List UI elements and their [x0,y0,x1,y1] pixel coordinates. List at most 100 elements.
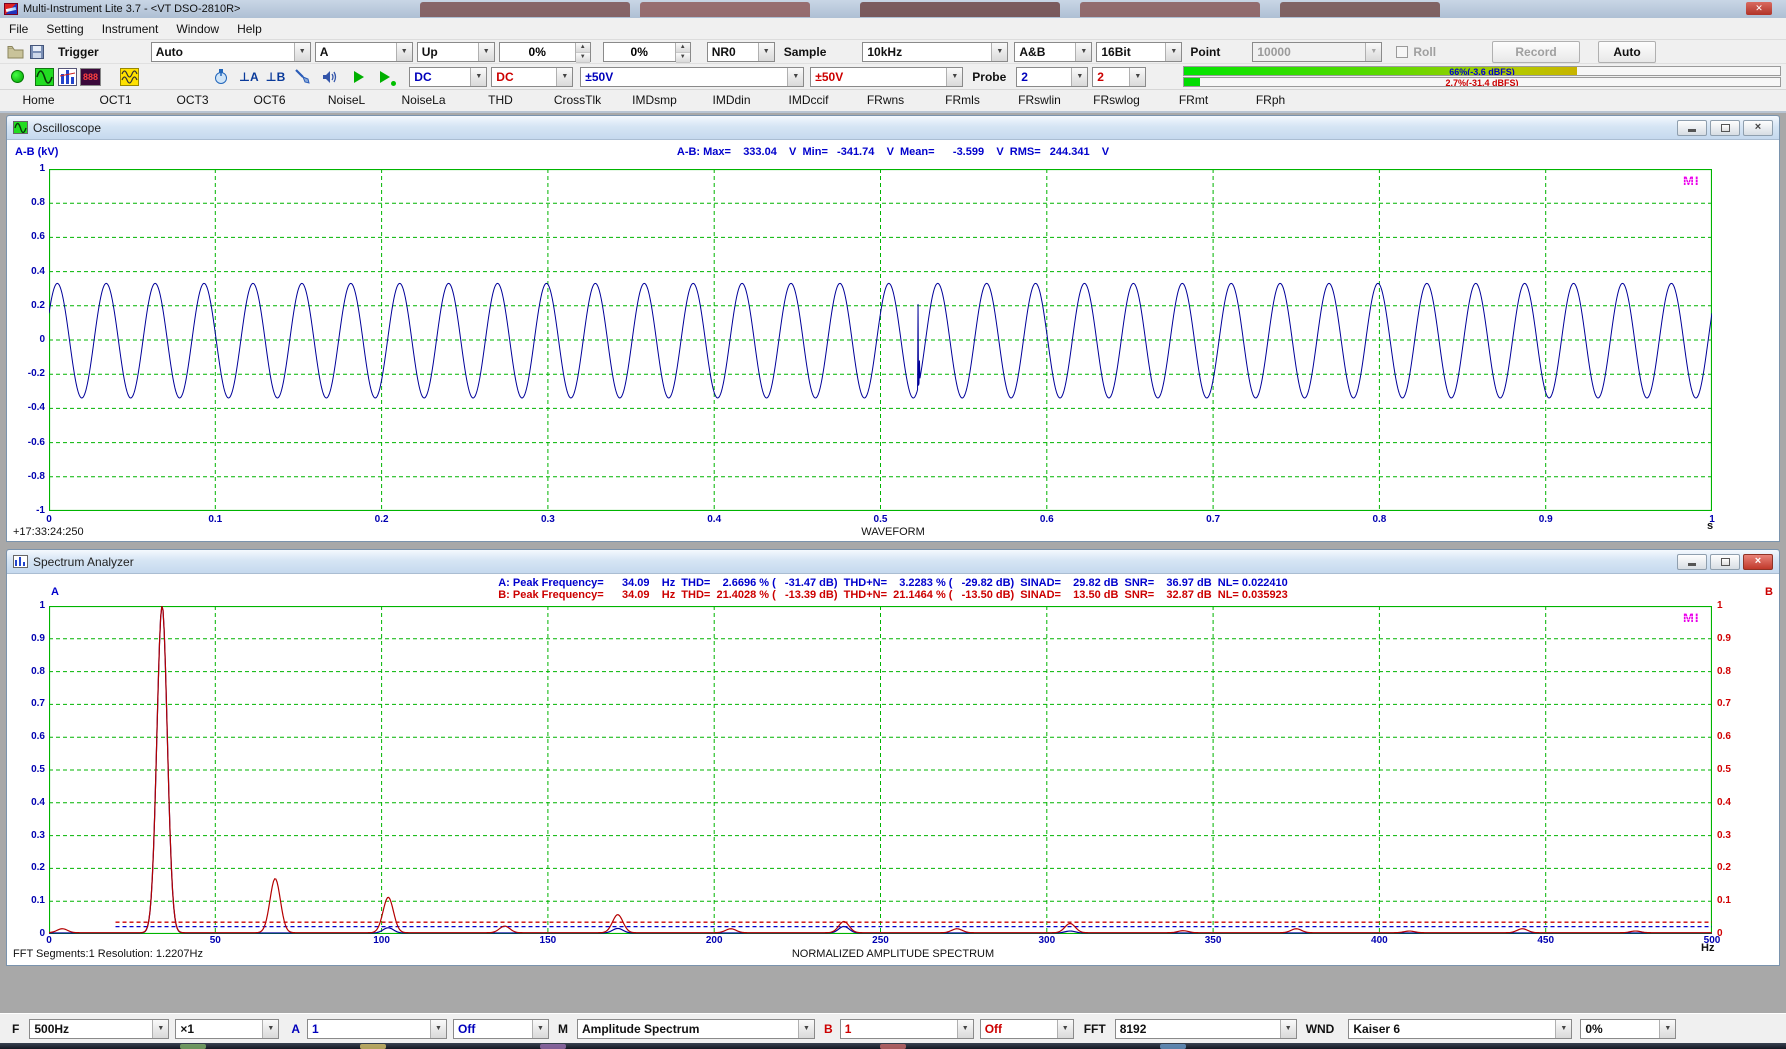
overlap-select[interactable]: 0%▼ [1580,1019,1676,1039]
minimize-button[interactable] [1677,120,1707,136]
spin-down-icon[interactable]: ▼ [576,53,590,63]
sampling-rate-select[interactable]: 10kHz▼ [862,42,1008,62]
toolbar-channels: 888 ⊥A ⊥B DC▼ DC▼ ±50V▼ ±50V▼ Probe 2▼ 2… [0,64,1786,90]
background-close-button-artifact: ✕ [1746,2,1772,15]
probe-b-select[interactable]: 2▼ [1092,67,1146,87]
save-icon[interactable] [27,42,46,61]
probe-cal-a-icon[interactable]: ⊥A [239,70,259,84]
panel-tab-frswlin[interactable]: FRswlin [1001,90,1078,111]
multimeter-icon[interactable]: 888 [81,67,100,86]
frequency-select[interactable]: 500Hz▼ [29,1019,169,1039]
panel-tab-thd[interactable]: THD [462,90,539,111]
panel-tab-oct3[interactable]: OCT3 [154,90,231,111]
close-button[interactable]: × [1743,554,1773,570]
mode-select[interactable]: Amplitude Spectrum▼ [577,1019,815,1039]
x-tick-label: 0.2 [364,514,400,525]
chevron-down-icon: ▼ [1165,43,1181,61]
windows-taskbar[interactable] [0,1043,1786,1049]
panel-tab-frswlog[interactable]: FRswlog [1078,90,1155,111]
trigger-source-select[interactable]: A▼ [315,42,413,62]
maximize-button[interactable] [1710,120,1740,136]
trigger-level-stepper[interactable]: 0%▲▼ [499,42,591,62]
panel-tab-crosstlk[interactable]: CrossTlk [539,90,616,111]
noise-rejection-select[interactable]: NR0▼ [707,42,775,62]
x-tick-label: 0.3 [530,514,566,525]
y-tick-label: -0.4 [11,402,45,413]
fft-size-select[interactable]: 8192▼ [1115,1019,1297,1039]
mi-logo: MI [1683,173,1699,188]
chevron-down-icon: ▼ [1057,1020,1073,1038]
window-function-select[interactable]: Kaiser 6▼ [1348,1019,1572,1039]
panel-tab-noisela[interactable]: NoiseLa [385,90,462,111]
panel-tab-imdccif[interactable]: IMDccif [770,90,847,111]
oscilloscope-window: Oscilloscope × A-B (kV) A-B: Max= 333.04… [6,115,1780,542]
calibration-icon[interactable] [211,67,230,86]
open-file-icon[interactable] [6,42,25,61]
taskbar-item [880,1044,906,1049]
menu-item-instrument[interactable]: Instrument [93,18,168,39]
auto-button[interactable]: Auto [1598,41,1656,63]
gain-b-select[interactable]: 1▼ [840,1019,974,1039]
panel-tab-home[interactable]: Home [0,90,77,111]
speaker-icon[interactable] [320,67,339,86]
panel-tab-imdsmp[interactable]: IMDsmp [616,90,693,111]
gain-a-select[interactable]: 1▼ [307,1019,447,1039]
probe-cal-b-icon[interactable]: ⊥B [266,70,286,84]
probe-a-select[interactable]: 2▼ [1016,67,1088,87]
oscilloscope-window-title: Oscilloscope [33,121,101,135]
spin-up-icon[interactable]: ▲ [576,43,590,53]
trigger-delay-stepper[interactable]: 0%▲▼ [603,42,691,62]
spectrum-analyzer-icon[interactable] [58,67,77,86]
panel-tab-imddin[interactable]: IMDdin [693,90,770,111]
y-tick-label: 0.2 [11,300,45,311]
play-segment-icon[interactable] [378,67,397,86]
minimize-button[interactable] [1677,554,1707,570]
filter-a-select[interactable]: Off▼ [453,1019,549,1039]
panel-tab-frmls[interactable]: FRmls [924,90,1001,111]
panel-tab-oct1[interactable]: OCT1 [77,90,154,111]
chevron-down-icon: ▼ [1280,1020,1296,1038]
sampling-channels-select[interactable]: A&B▼ [1014,42,1092,62]
menu-item-window[interactable]: Window [167,18,228,39]
panel-tab-frmt[interactable]: FRmt [1155,90,1232,111]
panel-tab-frph[interactable]: FRph [1232,90,1309,111]
menu-item-help[interactable]: Help [228,18,271,39]
menu-item-file[interactable]: File [0,18,37,39]
y-tick-label-right: 0.7 [1717,698,1751,709]
screwdriver-icon[interactable] [293,67,312,86]
menu-item-setting[interactable]: Setting [37,18,92,39]
multiplier-select[interactable]: ×1▼ [175,1019,279,1039]
oscilloscope-icon[interactable] [35,67,54,86]
x-tick-label: 100 [364,935,400,946]
oscilloscope-titlebar[interactable]: Oscilloscope × [7,116,1779,140]
x-tick-label: 150 [530,935,566,946]
level-meter-b-label: 2.7%(-31.4 dBFS) [1184,78,1780,87]
close-button[interactable]: × [1743,120,1773,136]
coupling-b-select[interactable]: DC▼ [491,67,573,87]
titlebar[interactable]: Multi-Instrument Lite 3.7 - <VT DSO-2810… [0,0,1786,18]
panel-tab-frwns[interactable]: FRwns [847,90,924,111]
panel-tab-noisel[interactable]: NoiseL [308,90,385,111]
signal-generator-icon[interactable] [120,67,139,86]
range-a-select[interactable]: ±50V▼ [580,67,804,87]
range-b-select[interactable]: ±50V▼ [810,67,963,87]
spectrum-window: Spectrum Analyzer × A: Peak Frequency= 3… [6,549,1780,966]
play-icon[interactable] [349,67,368,86]
panel-tab-oct6[interactable]: OCT6 [231,90,308,111]
bit-depth-select[interactable]: 16Bit▼ [1096,42,1182,62]
chevron-down-icon: ▼ [1659,1020,1675,1038]
maximize-button[interactable] [1710,554,1740,570]
app-icon [4,3,18,15]
trigger-edge-select[interactable]: Up▼ [417,42,495,62]
chevron-down-icon: ▼ [991,43,1007,61]
spin-up-icon[interactable]: ▲ [676,43,690,53]
spectrum-titlebar[interactable]: Spectrum Analyzer × [7,550,1779,574]
coupling-a-select[interactable]: DC▼ [409,67,487,87]
spin-down-icon[interactable]: ▼ [676,53,690,63]
channel-b-label: B [824,1022,833,1036]
chevron-down-icon: ▼ [532,1020,548,1038]
trigger-mode-select[interactable]: Auto▼ [151,42,311,62]
record-button: Record [1492,41,1580,63]
filter-b-select[interactable]: Off▼ [980,1019,1074,1039]
run-indicator-icon[interactable] [8,67,27,86]
